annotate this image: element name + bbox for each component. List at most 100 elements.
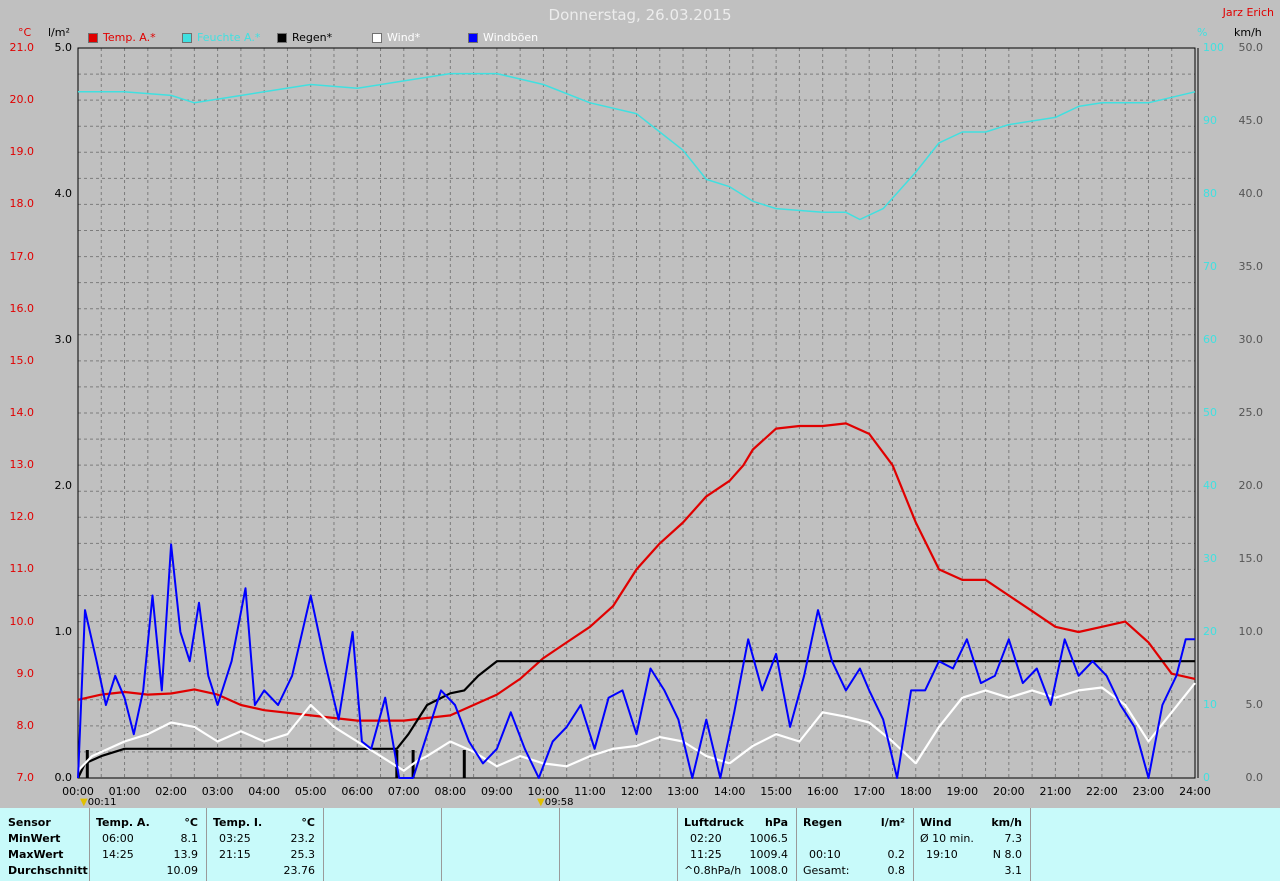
wind-tick-label: 20.0 [1238, 479, 1264, 492]
temp-i-unit: °C [301, 816, 315, 829]
temp-tick-label: 14.0 [9, 406, 35, 419]
temp-tick-label: 17.0 [9, 249, 35, 263]
summary-pressure: Luftdruck hPa 02:20 1006.5 11:25 1009.4 … [678, 808, 797, 881]
temp-a-min-time: 06:00 [102, 832, 134, 845]
x-tick-label: 20:00 [992, 785, 1025, 798]
wind-avg10-value: 7.3 [1004, 832, 1023, 845]
temp-i-header: Temp. I. [213, 816, 263, 829]
x-tick-label: 02:00 [155, 785, 187, 798]
wind-tick-label: 45.0 [1238, 114, 1264, 127]
pressure-unit: hPa [764, 816, 788, 829]
x-tick-label: 15:00 [760, 785, 792, 798]
pressure-max-time: 11:25 [690, 848, 722, 861]
chart-title: Donnerstag, 26.03.2015 [548, 6, 732, 24]
x-tick-label: 24:00 [1179, 785, 1211, 798]
rain-header: Regen [803, 816, 843, 829]
x-tick-label: 11:00 [574, 785, 606, 798]
legend-item: Feuchte A.* [182, 31, 260, 44]
rain-total-label: Gesamt: [803, 864, 850, 877]
legend-item: Regen* [277, 31, 332, 44]
temp-i-min-time: 03:25 [219, 832, 251, 845]
wind-max-time: 19:10 [926, 848, 958, 861]
pressure-max-value: 1009.4 [749, 848, 789, 861]
wind-unit: km/h [991, 816, 1022, 829]
x-tick-label: 14:00 [713, 785, 746, 798]
summary-wind: Wind km/h Ø 10 min. 7.3 19:10 N 8.0 3.1 [914, 808, 1031, 881]
rain-axis-unit: l/m² [48, 26, 70, 39]
rain-tick-label: 5.0 [54, 41, 73, 54]
summary-panel: Sensor MinWert MaxWert Durchschnitt Temp… [0, 808, 1280, 881]
x-tick-label: 17:00 [853, 785, 886, 798]
legend-swatch [372, 32, 382, 43]
pressure-min-value: 1006.5 [749, 832, 789, 845]
summary-rain: Regen l/m² 00:10 0.2 Gesamt: 0.8 [797, 808, 914, 881]
temp-tick-label: 11.0 [9, 562, 35, 576]
rain-tick-label: 2.0 [54, 479, 73, 492]
x-tick-label: 05:00 [294, 785, 327, 798]
summary-temp-i: Temp. I. °C 03:25 23.2 21:15 25.3 23.76 [207, 808, 324, 881]
rain-total-value: 0.8 [887, 864, 906, 877]
temp-tick-label: 20.0 [9, 93, 35, 107]
x-tick-label: 23:00 [1132, 785, 1165, 798]
rain-tick-label: 0.0 [54, 771, 73, 784]
x-tick-label: 21:00 [1039, 785, 1072, 798]
temp-tick-label: 18.0 [9, 197, 35, 211]
temp-tick-label: 13.0 [9, 458, 35, 472]
rain-tick-label: 4.0 [54, 187, 73, 200]
legend-item: Windböen [468, 31, 538, 44]
sensor-label: Sensor [8, 816, 51, 829]
wind-tick-label: 15.0 [1238, 552, 1264, 565]
humidity-axis-unit: % [1197, 26, 1208, 39]
pressure-min-time: 02:20 [690, 832, 722, 845]
x-tick-label: 16:00 [806, 785, 839, 798]
temp-i-max-time: 21:15 [219, 848, 251, 861]
wind-tick-label: 50.0 [1238, 41, 1264, 54]
temp-a-max-value: 13.9 [173, 848, 199, 861]
humidity-tick-label: 0 [1203, 771, 1210, 784]
avg-label: Durchschnitt [8, 864, 88, 877]
station-author: Jarz Erich [1222, 6, 1274, 19]
temp-tick-label: 9.0 [16, 666, 35, 680]
wind-tick-label: 30.0 [1238, 333, 1264, 346]
temp-tick-label: 12.0 [9, 510, 35, 524]
legend-swatch [468, 32, 478, 43]
wind-peak-marker: ▼09:58 [537, 797, 574, 808]
legend-swatch [182, 32, 192, 43]
pressure-header: Luftdruck [684, 816, 744, 829]
legend-label: Feuchte A.* [197, 31, 261, 44]
legend-swatch [88, 32, 98, 43]
temp-tick-label: 10.0 [9, 614, 35, 628]
temp-tick-label: 7.0 [16, 771, 35, 784]
x-tick-label: 04:00 [248, 785, 280, 798]
legend-label: Windböen [483, 31, 539, 44]
rain-unit: l/m² [880, 816, 905, 829]
wind-tick-label: 40.0 [1238, 187, 1264, 200]
wind-tick-label: 25.0 [1238, 406, 1264, 419]
temp-a-max-time: 14:25 [102, 848, 134, 861]
legend-label: Temp. A.* [103, 31, 156, 44]
summary-empty-2 [442, 808, 560, 881]
x-tick-label: 13:00 [667, 785, 699, 798]
rain-start-marker: ▼00:11 [80, 797, 117, 808]
wind-tick-label: 5.0 [1245, 698, 1264, 711]
temp-a-unit: °C [184, 816, 198, 829]
temp-tick-label: 21.0 [9, 41, 35, 54]
x-tick-label: 22:00 [1086, 785, 1118, 798]
x-tick-label: 06:00 [341, 785, 374, 798]
wind-tick-label: 10.0 [1238, 625, 1264, 638]
wind-tick-label: 0.0 [1245, 771, 1264, 784]
pressure-avg-value: 1008.0 [749, 864, 789, 877]
wind-axis-unit: km/h [1234, 26, 1262, 39]
weather-chart [77, 47, 1199, 779]
x-tick-label: 19:00 [946, 785, 979, 798]
wind-avg-value: 3.1 [1004, 864, 1023, 877]
temp-tick-label: 15.0 [9, 353, 35, 367]
legend-label: Wind* [387, 31, 421, 44]
x-tick-label: 03:00 [201, 785, 234, 798]
legend-swatch [277, 32, 287, 43]
x-tick-label: 12:00 [620, 785, 653, 798]
min-label: MinWert [8, 832, 61, 845]
temp-axis-unit: °C [18, 26, 32, 39]
temp-tick-label: 19.0 [9, 145, 35, 159]
max-label: MaxWert [8, 848, 64, 861]
